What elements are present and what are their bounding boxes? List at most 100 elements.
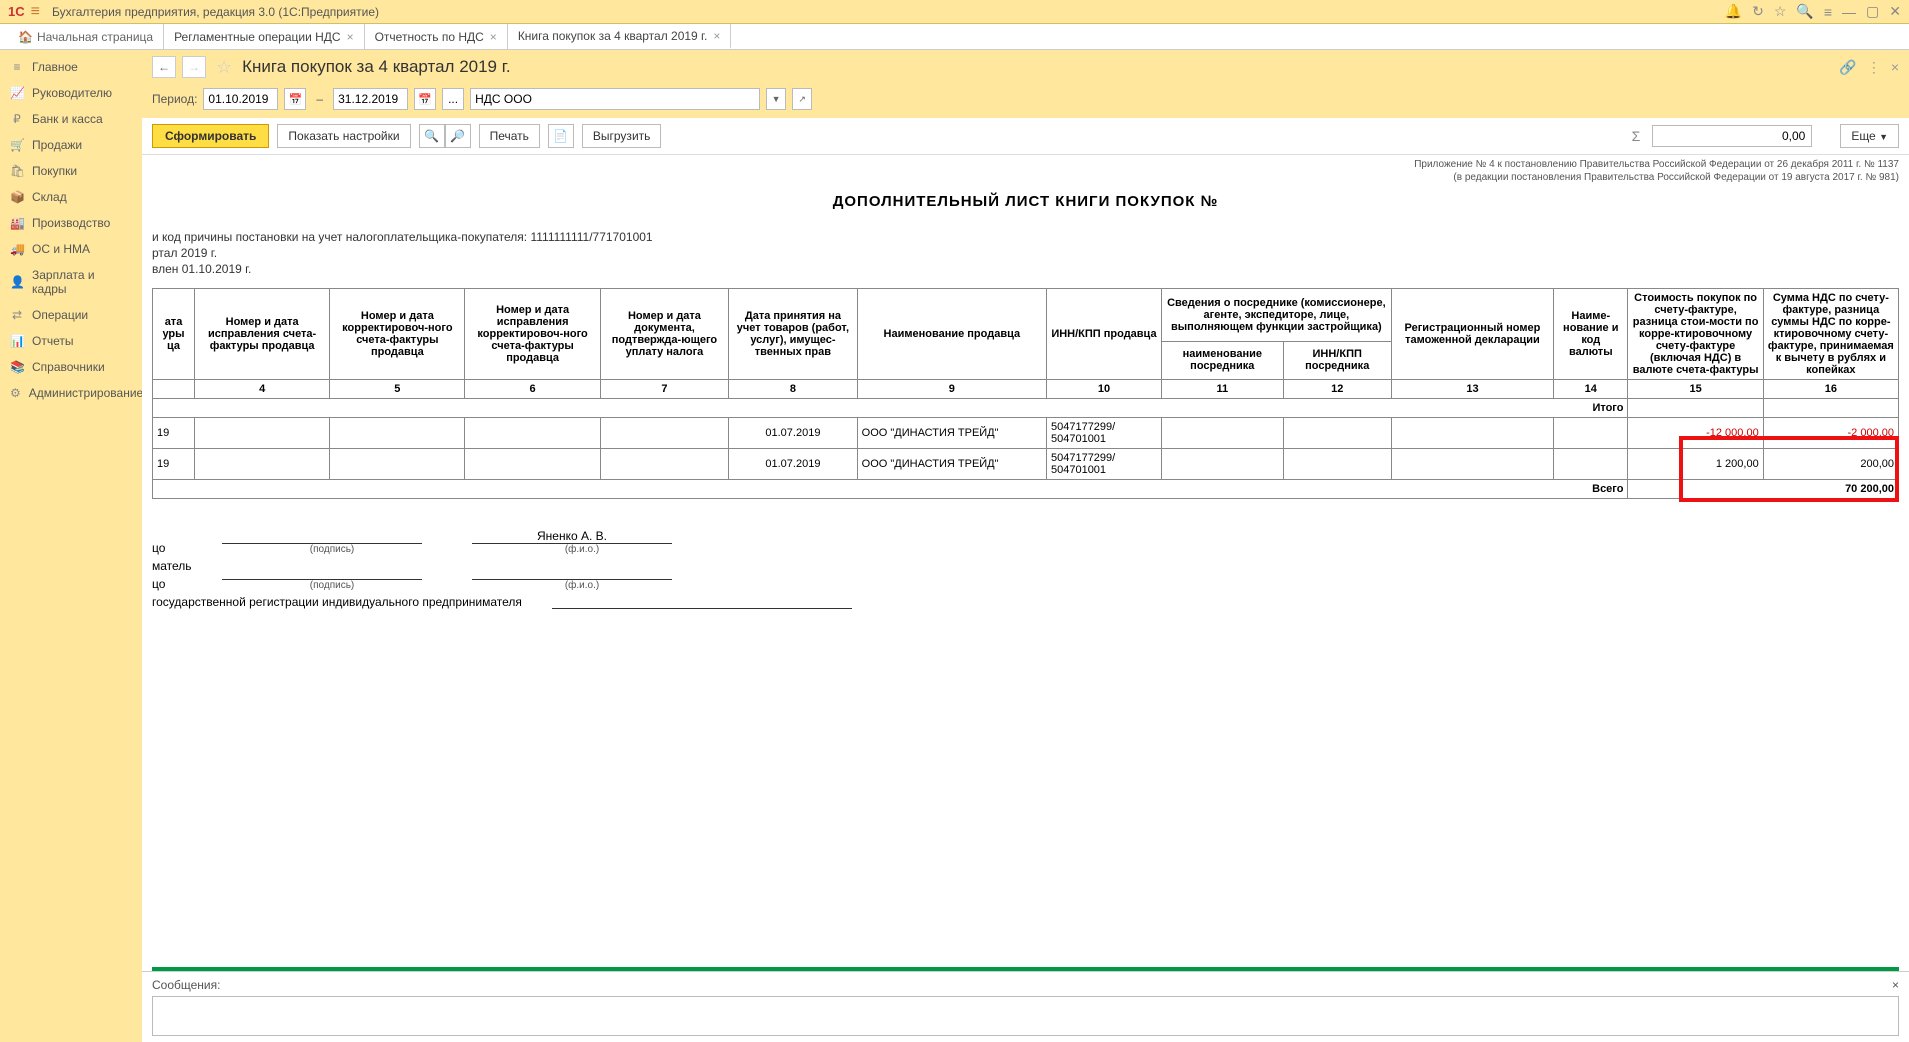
- save-pdf-icon[interactable]: 📄: [548, 124, 574, 148]
- cell: 01.07.2019: [729, 418, 857, 449]
- forward-button[interactable]: →: [182, 56, 206, 78]
- page-title: Книга покупок за 4 квартал 2019 г.: [242, 57, 510, 77]
- nav-label: Склад: [32, 190, 67, 204]
- form-button[interactable]: Сформировать: [152, 124, 269, 148]
- nav-os[interactable]: 🚚ОС и НМА: [0, 236, 142, 262]
- close-page-icon[interactable]: ×: [1891, 59, 1899, 75]
- main-menu-icon[interactable]: ≡: [31, 3, 40, 21]
- more-button[interactable]: Еще ▼: [1840, 124, 1899, 148]
- period-select-button[interactable]: ...: [442, 88, 464, 110]
- col-header: Наименование продавца: [857, 289, 1046, 380]
- org-input[interactable]: [470, 88, 760, 110]
- tab-close-icon[interactable]: ×: [347, 30, 354, 44]
- maximize-icon[interactable]: ▢: [1866, 3, 1879, 20]
- nav-refs[interactable]: 📚Справочники: [0, 354, 142, 380]
- nav-bank[interactable]: ₽ Банк и касса: [0, 106, 142, 132]
- nav-label: Банк и касса: [32, 112, 103, 126]
- col-header: Сумма НДС по счету-фактуре, разница сумм…: [1763, 289, 1898, 380]
- cell: 19: [153, 418, 195, 449]
- report-area[interactable]: Приложение № 4 к постановлению Правитель…: [142, 155, 1909, 967]
- print-button[interactable]: Печать: [479, 124, 540, 148]
- col-num: [153, 380, 195, 399]
- logo-1c: 1C: [8, 4, 25, 19]
- toolbar: Сформировать Показать настройки 🔍 🔎 Печа…: [142, 118, 1909, 155]
- tab-1[interactable]: Регламентные операции НДС ×: [164, 24, 365, 49]
- org-dropdown-icon[interactable]: ▼: [766, 88, 786, 110]
- regulation-note-1: Приложение № 4 к постановлению Правитель…: [152, 159, 1899, 170]
- cell: 5047177299/ 504701001: [1046, 418, 1161, 449]
- table-row: 19 01.07.2019 ООО "ДИНАСТИЯ ТРЕЙД" 50471…: [153, 418, 1899, 449]
- nav-production[interactable]: 🏭Производство: [0, 210, 142, 236]
- nav-stock[interactable]: 📦Склад: [0, 184, 142, 210]
- export-button[interactable]: Выгрузить: [582, 124, 662, 148]
- col-num: 11: [1161, 380, 1283, 399]
- sig-name: Яненко А. В.: [472, 529, 672, 544]
- col-header: Номер и дата документа, подтвержда-ющего…: [600, 289, 728, 380]
- list-icon[interactable]: ≡: [1824, 4, 1832, 20]
- meta-line-1: и код причины постановки на учет налогоп…: [152, 230, 1899, 244]
- nav-admin[interactable]: ⚙ Администрирование: [0, 380, 142, 406]
- zoom-in-icon[interactable]: 🔍: [419, 124, 445, 148]
- zoom-out-icon[interactable]: 🔎: [445, 124, 471, 148]
- factory-icon: 🏭: [10, 216, 24, 230]
- col-num: 9: [857, 380, 1046, 399]
- col-header: Наиме-нование и код валюты: [1554, 289, 1628, 380]
- tab-close-icon[interactable]: ×: [490, 30, 497, 44]
- org-open-icon[interactable]: ↗: [792, 88, 812, 110]
- messages-close-icon[interactable]: ×: [1892, 978, 1899, 992]
- money-icon: ₽: [10, 112, 24, 126]
- calendar-to-icon[interactable]: 📅: [414, 88, 436, 110]
- col-num: 5: [330, 380, 465, 399]
- meta-line-2: ртал 2019 г.: [152, 246, 1899, 260]
- nav-reports[interactable]: 📊Отчеты: [0, 328, 142, 354]
- calendar-from-icon[interactable]: 📅: [284, 88, 306, 110]
- col-header: ИНН/КПП посредника: [1283, 341, 1391, 379]
- col-header: Стоимость покупок по счету-фактуре, разн…: [1628, 289, 1763, 380]
- back-button[interactable]: ←: [152, 56, 176, 78]
- tab-close-icon[interactable]: ×: [713, 29, 720, 43]
- nav-label: Администрирование: [29, 386, 143, 400]
- nav-label: Отчеты: [32, 334, 73, 348]
- nav-salary[interactable]: 👤Зарплата и кадры: [0, 262, 142, 302]
- bell-icon[interactable]: 🔔: [1725, 3, 1742, 20]
- tab-2[interactable]: Отчетность по НДС ×: [365, 24, 508, 49]
- favorite-icon[interactable]: ☆: [216, 57, 232, 78]
- nav-operations[interactable]: ⇄Операции: [0, 302, 142, 328]
- gear-icon: ⚙: [10, 386, 21, 400]
- cell: 19: [153, 449, 195, 480]
- menu-icon: ≡: [10, 60, 24, 74]
- nav-label: Руководителю: [32, 86, 112, 100]
- col-header: ата уры ца: [153, 289, 195, 380]
- page-header: ← → ☆ Книга покупок за 4 квартал 2019 г.…: [142, 50, 1909, 84]
- nav-sales[interactable]: 🛒Продажи: [0, 132, 142, 158]
- report-table: ата уры ца Номер и дата исправления счет…: [152, 288, 1899, 499]
- date-to-input[interactable]: [333, 88, 408, 110]
- settings-button[interactable]: Показать настройки: [277, 124, 410, 148]
- link-icon[interactable]: 🔗: [1839, 59, 1856, 76]
- history-icon[interactable]: ↻: [1752, 3, 1764, 20]
- search-icon[interactable]: 🔍: [1796, 3, 1813, 20]
- star-icon[interactable]: ☆: [1774, 3, 1787, 20]
- nav-label: Покупки: [32, 164, 77, 178]
- home-icon: 🏠: [18, 30, 33, 44]
- nav-main[interactable]: ≡Главное: [0, 54, 142, 80]
- minimize-icon[interactable]: —: [1842, 4, 1856, 20]
- sig-fio: (ф.и.о.): [472, 544, 692, 555]
- nav-manager[interactable]: 📈Руководителю: [0, 80, 142, 106]
- home-tab[interactable]: 🏠 Начальная страница: [8, 24, 164, 49]
- tab-3[interactable]: Книга покупок за 4 квартал 2019 г. ×: [508, 24, 732, 49]
- date-from-input[interactable]: [203, 88, 278, 110]
- tabs-bar: 🏠 Начальная страница Регламентные операц…: [0, 24, 1909, 50]
- sum-field[interactable]: [1652, 125, 1812, 147]
- close-window-icon[interactable]: ✕: [1889, 3, 1901, 20]
- nav-purchases[interactable]: 🛍Покупки: [0, 158, 142, 184]
- total-value: 70 200,00: [1628, 480, 1899, 499]
- col-num: 7: [600, 380, 728, 399]
- window-controls: 🔔 ↻ ☆ 🔍 ≡ — ▢ ✕: [1725, 3, 1901, 20]
- col-num: 8: [729, 380, 857, 399]
- truck-icon: 🚚: [10, 242, 24, 256]
- messages-box[interactable]: [152, 996, 1899, 1036]
- tab-label: Регламентные операции НДС: [174, 30, 341, 44]
- cell: 01.07.2019: [729, 449, 857, 480]
- more-icon[interactable]: ⋮: [1867, 59, 1881, 76]
